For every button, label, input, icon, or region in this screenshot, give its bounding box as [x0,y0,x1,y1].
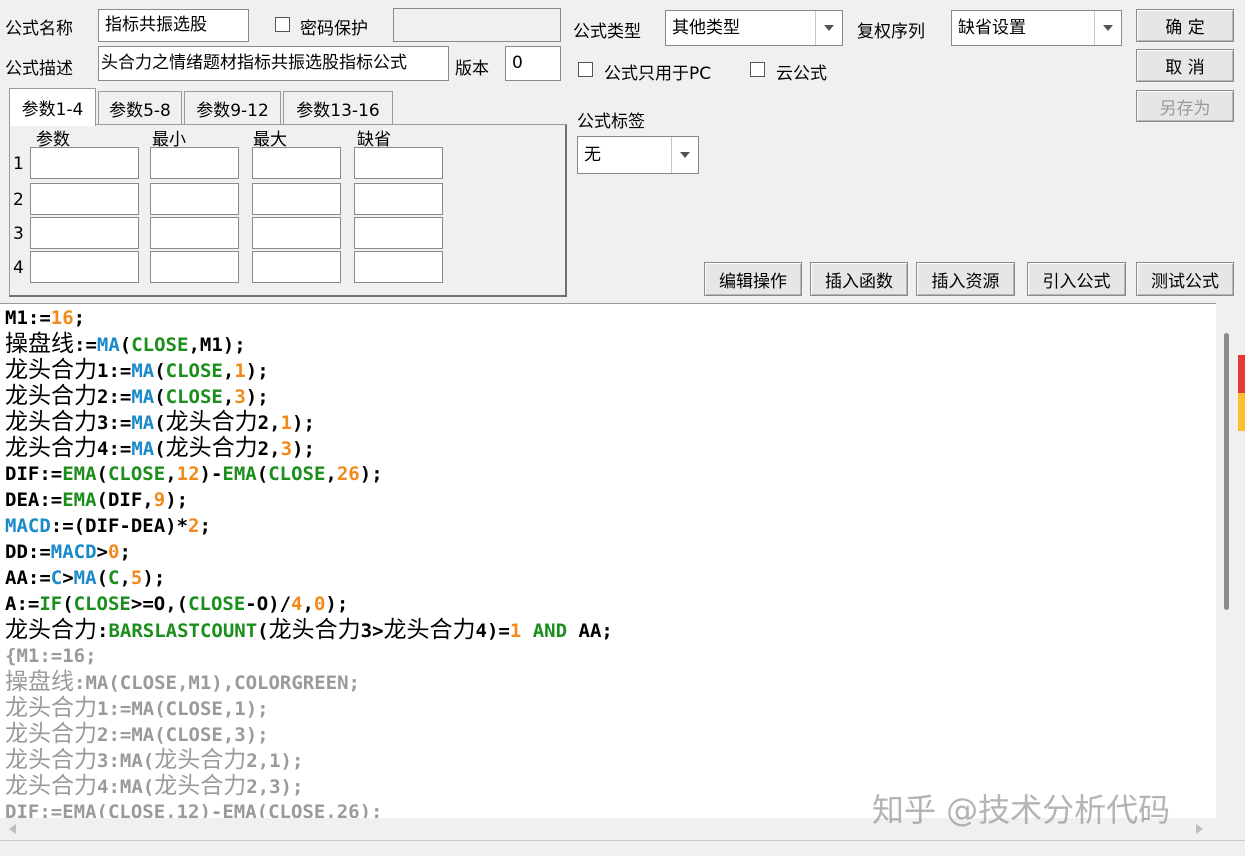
formula-name-input[interactable]: 指标共振选股 [98,9,249,42]
rights-label: 复权序列 [857,22,925,42]
code-line: 龙头合力2:=MA(CLOSE,3); [5,383,269,409]
param-4-default[interactable] [354,251,443,283]
param-3-name[interactable] [30,217,139,249]
code-line: 龙头合力4:=MA(龙头合力2,3); [5,435,315,461]
param-1-min[interactable] [150,147,239,179]
tag-value: 无 [584,145,601,165]
comment-line: 龙头合力3:MA(龙头合力2,1); [5,747,304,773]
formula-type-label: 公式类型 [573,22,641,42]
comment-line: {M1:=16; [5,645,97,667]
insert-function-button[interactable]: 插入函数 [810,262,908,296]
cloud-checkbox[interactable] [750,62,765,77]
code-line: 龙头合力3:=MA(龙头合力2,1); [5,409,315,435]
pc-only-checkbox[interactable] [578,62,593,77]
password-input[interactable] [393,8,561,42]
scroll-right-icon[interactable] [1192,822,1206,836]
import-formula-button[interactable]: 引入公式 [1027,262,1126,296]
param-2-min[interactable] [150,183,239,215]
code-line: MACD:=(DIF-DEA)*2; [5,515,211,537]
test-formula-button[interactable]: 测试公式 [1136,262,1234,296]
param-1-name[interactable] [30,147,139,179]
code-editor[interactable]: M1:=16; 操盘线:=MA(CLOSE,M1); 龙头合力1:=MA(CLO… [0,303,1216,819]
tab-params-1-4[interactable]: 参数1-4 [9,88,96,126]
rights-value: 缺省设置 [958,18,1026,38]
code-line: A:=IF(CLOSE>=O,(CLOSE-O)/4,0); [5,593,349,615]
param-2-max[interactable] [252,183,341,215]
vertical-scrollbar-thumb[interactable] [1224,333,1229,610]
status-strip [0,840,1245,856]
formula-type-select[interactable]: 其他类型 [665,10,843,46]
param-3-default[interactable] [354,217,443,249]
param-row-label: 4 [13,258,24,278]
param-3-min[interactable] [150,217,239,249]
code-line: DIF:=EMA(CLOSE,12)-EMA(CLOSE,26); [5,463,383,485]
edge-marker [1238,355,1245,393]
chevron-down-icon[interactable] [1094,11,1121,45]
tab-params-5-8[interactable]: 参数5-8 [98,91,182,124]
code-line: M1:=16; [5,307,86,329]
param-4-name[interactable] [30,251,139,283]
param-4-min[interactable] [150,251,239,283]
code-line: 操盘线:=MA(CLOSE,M1); [5,331,246,357]
code-line: 龙头合力:BARSLASTCOUNT(龙头合力3>龙头合力4)=1 AND AA… [5,617,613,643]
comment-line: 龙头合力4:MA(龙头合力2,3); [5,773,304,799]
comment-line: 龙头合力2:=MA(CLOSE,3); [5,721,269,747]
chevron-down-icon[interactable] [671,137,698,173]
cancel-button[interactable]: 取 消 [1136,49,1234,82]
param-1-max[interactable] [252,147,341,179]
formula-type-value: 其他类型 [672,18,740,38]
param-row-label: 2 [13,190,24,210]
watermark: 知乎 @技术分析代码 [872,791,1171,829]
tab-params-9-12[interactable]: 参数9-12 [184,91,281,124]
comment-line: 操盘线:MA(CLOSE,M1),COLORGREEN; [5,669,360,695]
pc-only-label: 公式只用于PC [604,64,712,84]
save-as-button[interactable]: 另存为 [1136,90,1234,122]
param-2-default[interactable] [354,183,443,215]
edit-ops-button[interactable]: 编辑操作 [704,262,802,296]
param-1-default[interactable] [354,147,443,179]
code-line: DD:=MACD>0; [5,541,131,563]
tab-params-13-16[interactable]: 参数13-16 [283,91,393,124]
insert-resource-button[interactable]: 插入资源 [916,262,1015,296]
param-3-max[interactable] [252,217,341,249]
desc-label: 公式描述 [5,59,73,79]
version-input[interactable]: 0 [505,46,561,81]
formula-name-label: 公式名称 [5,19,73,39]
rights-select[interactable]: 缺省设置 [951,10,1122,46]
code-line: 龙头合力1:=MA(CLOSE,1); [5,357,269,383]
scroll-left-icon[interactable] [6,822,20,836]
edge-marker [1238,393,1245,431]
password-label: 密码保护 [300,19,368,39]
param-row-label: 1 [13,154,24,174]
comment-line: 龙头合力1:=MA(CLOSE,1); [5,695,269,721]
tag-label: 公式标签 [577,112,645,132]
code-line: AA:=C>MA(C,5); [5,567,166,589]
comment-line: DIF:=EMA(CLOSE,12)-EMA(CLOSE,26); [5,801,383,819]
chevron-down-icon[interactable] [815,11,842,45]
ok-button[interactable]: 确 定 [1136,9,1234,42]
param-4-max[interactable] [252,251,341,283]
cloud-label: 云公式 [776,64,827,84]
code-line: DEA:=EMA(DIF,9); [5,489,189,511]
tag-select[interactable]: 无 [577,136,699,174]
password-checkbox[interactable] [275,17,290,32]
param-row-label: 3 [13,224,24,244]
desc-input[interactable]: 头合力之情绪题材指标共振选股指标公式 [98,46,449,81]
version-label: 版本 [455,59,489,79]
param-2-name[interactable] [30,183,139,215]
